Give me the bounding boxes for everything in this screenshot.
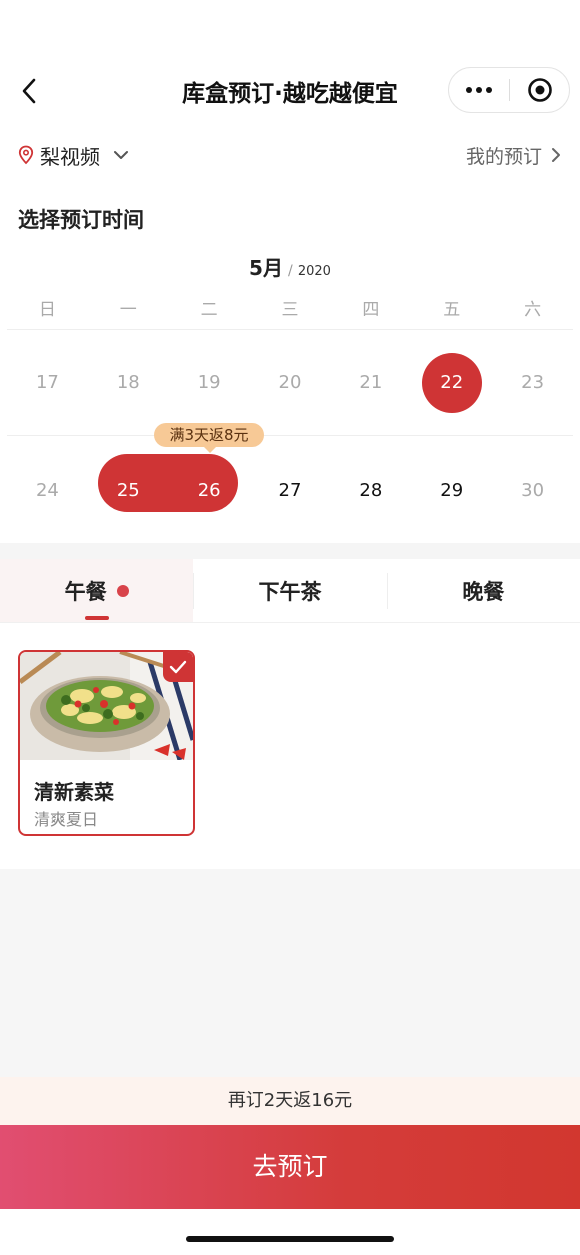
tab-afternoon-tea[interactable]: 下午茶 [193, 559, 387, 622]
calendar-day[interactable]: 29 [411, 437, 492, 543]
calendar-day[interactable]: 27 [250, 437, 331, 543]
my-orders-label: 我的预订 [465, 145, 542, 168]
weekday-tue: 二 [200, 300, 218, 320]
menu-list: 清新素菜 清爽夏日 [0, 624, 580, 869]
chevron-right-icon [552, 148, 560, 162]
mini-program-capsule [448, 67, 570, 113]
empty-area [0, 869, 580, 1077]
home-indicator [186, 1236, 394, 1242]
location-pin-icon [18, 145, 34, 165]
dish-name: 清新素菜 [34, 780, 114, 804]
calendar-week-row: 17 18 19 20 21 22 23 [7, 330, 573, 436]
calendar-day: 21 [359, 372, 383, 393]
weekday-header: 日 一 二 三 四 五 六 [7, 296, 573, 330]
weekday-sun: 日 [38, 300, 56, 320]
weekday-sat: 六 [524, 300, 542, 320]
weekday-wed: 三 [281, 300, 299, 320]
calendar-day: 19 [197, 372, 221, 393]
calendar-day: 23 [521, 372, 545, 393]
month-label: 5月 / 2020 [0, 252, 580, 281]
more-button[interactable] [449, 68, 509, 112]
tab-dinner[interactable]: 晚餐 [386, 559, 580, 622]
calendar-day: 18 [116, 372, 140, 393]
location-row: 梨视频 我的预订 [0, 138, 580, 172]
month-separator: / [288, 263, 293, 279]
calendar-day: 17 [35, 372, 59, 393]
calendar-day[interactable]: 28 [330, 437, 411, 543]
calendar-day: 24 [35, 479, 59, 501]
calendar-day-selected[interactable]: 25 [88, 437, 169, 543]
menu-item-card[interactable]: 清新素菜 清爽夏日 [18, 650, 195, 836]
location-selector[interactable]: 梨视频 [18, 138, 132, 172]
tab-dinner-label: 晚餐 [462, 579, 505, 604]
year-label: 2020 [297, 264, 331, 279]
active-tab-indicator [84, 616, 109, 620]
back-arrow-icon [22, 78, 36, 104]
meal-tabs: 午餐 下午茶 晚餐 [0, 559, 580, 623]
chevron-down-icon [114, 151, 128, 159]
tab-lunch[interactable]: 午餐 [0, 559, 194, 622]
more-dots-icon [486, 87, 492, 93]
dish-subtitle: 清爽夏日 [34, 810, 99, 829]
more-dots-icon [476, 87, 482, 93]
close-mini-program-button[interactable] [510, 68, 570, 112]
weekday-mon: 一 [119, 300, 137, 320]
checkmark-icon [169, 660, 187, 674]
weekday-fri: 五 [443, 300, 461, 320]
calendar-day: 30 [521, 479, 545, 501]
status-dot-icon [116, 584, 129, 597]
calendar-week-row: 24 25 26 27 28 29 30 [7, 437, 573, 543]
month-name: 5月 [249, 256, 283, 280]
back-button[interactable] [18, 74, 46, 108]
location-name: 梨视频 [40, 144, 100, 169]
calendar-day-selected[interactable]: 22 [411, 330, 492, 435]
target-close-icon [528, 78, 552, 102]
my-orders-link[interactable]: 我的预订 [466, 138, 562, 172]
weekday-thu: 四 [362, 300, 380, 320]
selected-check-badge [163, 652, 193, 682]
calendar-day: 20 [278, 372, 302, 393]
tab-afternoon-tea-label: 下午茶 [258, 579, 322, 604]
section-divider [0, 543, 580, 559]
tab-lunch-label: 午餐 [64, 579, 107, 604]
select-time-heading: 选择预订时间 [18, 208, 144, 232]
calendar-day-selected[interactable]: 26 [169, 437, 250, 543]
navigation-bar: 库盒预订·越吃越便宜 [0, 60, 580, 120]
more-dots-icon [466, 87, 472, 93]
book-button[interactable]: 去预订 [0, 1125, 580, 1209]
promo-banner: 再订2天返16元 [0, 1077, 580, 1125]
